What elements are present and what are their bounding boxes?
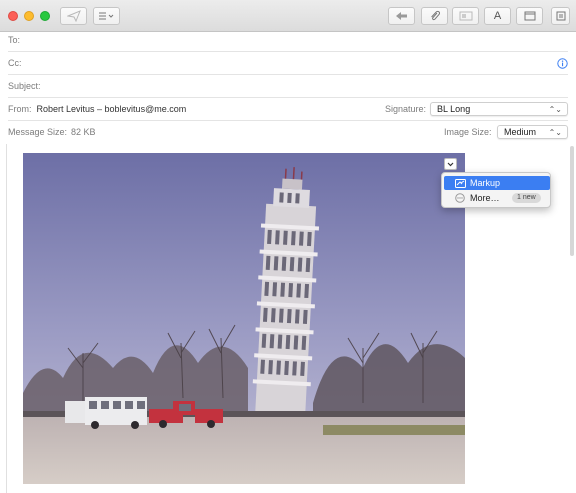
from-label: From: bbox=[8, 104, 32, 114]
new-badge: 1 new bbox=[512, 193, 541, 203]
from-value[interactable]: Robert Levitus – boblevitus@me.com bbox=[37, 104, 187, 114]
chevron-updown-icon: ⌃⌄ bbox=[548, 105, 562, 114]
body-divider bbox=[6, 144, 7, 493]
message-size-label: Message Size: bbox=[8, 127, 68, 137]
header-fields-button[interactable] bbox=[93, 7, 120, 25]
markup-menu-button[interactable] bbox=[444, 158, 457, 170]
cc-field-row[interactable]: Cc: bbox=[8, 52, 568, 75]
close-window-button[interactable] bbox=[8, 11, 18, 21]
menu-item-label: Markup bbox=[470, 178, 501, 188]
to-field-row[interactable]: To: bbox=[8, 29, 568, 52]
image-size-label: Image Size: bbox=[444, 127, 492, 137]
cc-label: Cc: bbox=[8, 58, 22, 68]
header-fields-icon bbox=[98, 12, 113, 20]
extensions-menu: Markup More… 1 new bbox=[441, 172, 551, 208]
markup-icon bbox=[454, 178, 466, 188]
menu-item-markup[interactable]: Markup bbox=[444, 176, 550, 190]
window-toolbar: A bbox=[0, 0, 576, 32]
signature-label: Signature: bbox=[385, 104, 427, 114]
attached-photo[interactable] bbox=[23, 153, 465, 484]
attach-icon bbox=[430, 10, 440, 21]
reply-icon bbox=[395, 12, 407, 20]
message-size-row: Message Size: 82 KB Image Size: bbox=[8, 121, 568, 144]
message-size-value: 82 KB bbox=[71, 127, 96, 137]
stationery-icon bbox=[556, 11, 565, 21]
photo-browser-button[interactable] bbox=[452, 7, 479, 25]
image-size-value: Medium bbox=[504, 127, 537, 137]
browser-icon bbox=[524, 11, 535, 21]
photo-browser-icon bbox=[459, 11, 472, 21]
send-icon bbox=[66, 10, 81, 22]
signature-value: BL Long bbox=[437, 104, 471, 114]
attach-button[interactable] bbox=[421, 7, 448, 25]
zoom-window-button[interactable] bbox=[40, 11, 50, 21]
minimize-window-button[interactable] bbox=[24, 11, 34, 21]
format-button[interactable]: A bbox=[484, 7, 511, 25]
to-label: To: bbox=[8, 35, 21, 45]
vertical-scrollbar[interactable] bbox=[570, 146, 574, 256]
subject-label: Subject: bbox=[8, 81, 41, 91]
stationery-button[interactable] bbox=[551, 7, 570, 25]
menu-item-more[interactable]: More… 1 new bbox=[444, 191, 550, 205]
chevron-updown-icon: ⌃⌄ bbox=[548, 128, 562, 137]
subject-field-row[interactable]: Subject: bbox=[8, 75, 568, 98]
send-button[interactable] bbox=[60, 7, 87, 25]
more-icon bbox=[454, 193, 466, 203]
leaning-tower-photo bbox=[23, 153, 465, 484]
info-icon[interactable] bbox=[557, 58, 568, 69]
reply-button[interactable] bbox=[388, 7, 415, 25]
browser-button[interactable] bbox=[516, 7, 543, 25]
menu-item-label: More… bbox=[470, 193, 500, 203]
chevron-down-icon bbox=[447, 162, 454, 166]
format-icon: A bbox=[493, 10, 502, 22]
image-size-select[interactable]: Medium ⌃⌄ bbox=[497, 125, 568, 139]
signature-select[interactable]: BL Long ⌃⌄ bbox=[430, 102, 568, 116]
